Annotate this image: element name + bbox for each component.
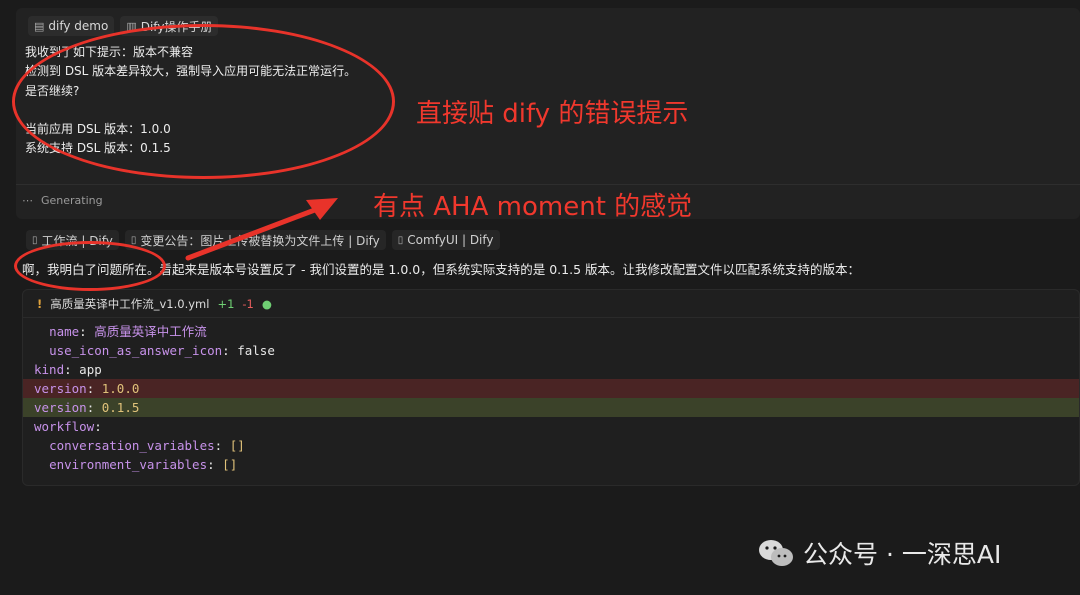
code-line-added: version: 0.1.5 <box>23 398 1079 417</box>
code-line: name: 高质量英译中工作流 <box>49 324 207 339</box>
ellipsis-icon: ⋯ <box>22 194 33 207</box>
code-value: [] <box>222 457 238 472</box>
code-value: 1.0.0 <box>101 381 140 396</box>
warning-icon: ! <box>37 296 43 311</box>
doc-icon: ▯ <box>397 234 404 246</box>
annotation-note-aha: 有点 AHA moment 的感觉 <box>373 192 693 222</box>
file-icon: ▤ <box>34 19 45 33</box>
doc-icon: ▯ <box>32 234 38 246</box>
additions-count: +1 <box>217 296 235 311</box>
annotation-arrow-icon <box>185 198 338 261</box>
watermark: 公众号 · 一深思AI <box>757 535 1001 571</box>
doc-icon: ▯ <box>130 234 137 246</box>
code-diff-block: ! 高质量英译中工作流_v1.0.yml +1 -1 ● name: 高质量英译… <box>22 289 1080 486</box>
generating-status: ⋯ Generating <box>22 194 103 207</box>
code-key: name <box>49 324 80 339</box>
code-line-deleted: version: 1.0.0 <box>23 379 1079 398</box>
code-file-header[interactable]: ! 高质量英译中工作流_v1.0.yml +1 -1 ● <box>23 290 1079 318</box>
code-key: version <box>34 381 87 396</box>
code-line: kind: app <box>34 362 102 377</box>
code-value: 高质量英译中工作流 <box>94 324 207 339</box>
code-key: conversation_variables <box>49 438 215 453</box>
annotation-note-error: 直接贴 dify 的错误提示 <box>416 99 689 129</box>
code-key: kind <box>34 362 65 377</box>
context-tab-dify-demo[interactable]: ▤ dify demo <box>28 16 115 36</box>
code-key: use_icon_as_answer_icon <box>49 343 223 358</box>
code-key: workflow <box>34 419 95 434</box>
code-line: workflow: <box>34 419 102 434</box>
code-key: environment_variables <box>49 457 208 472</box>
wechat-icon <box>759 540 793 566</box>
code-line: conversation_variables: [] <box>49 438 245 453</box>
code-filename: 高质量英译中工作流_v1.0.yml <box>50 296 210 311</box>
code-value: app <box>79 362 102 377</box>
code-key: version <box>34 400 87 415</box>
code-line: environment_variables: [] <box>49 457 238 472</box>
code-value: [] <box>229 438 245 453</box>
code-body: name: 高质量英译中工作流 use_icon_as_answer_icon:… <box>23 318 1079 474</box>
code-value: 0.1.5 <box>101 400 140 415</box>
reference-tab[interactable]: ▯ ComfyUI | Dify <box>391 230 500 250</box>
code-line: use_icon_as_answer_icon: false <box>49 343 275 358</box>
annotation-ellipse-error <box>12 24 395 179</box>
watermark-text: 公众号 · 一深思AI <box>803 540 1002 569</box>
panel-divider <box>16 184 1080 185</box>
deletions-count: -1 <box>242 296 254 311</box>
code-value: false <box>237 343 275 358</box>
annotation-ellipse-aha <box>14 241 166 291</box>
status-dot-icon: ● <box>261 296 272 311</box>
